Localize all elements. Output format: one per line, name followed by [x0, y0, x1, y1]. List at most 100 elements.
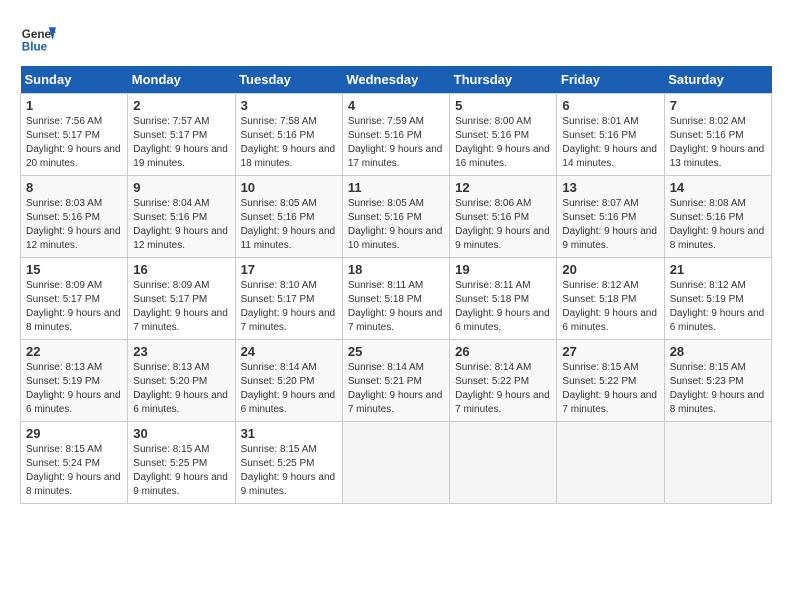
day-number: 14: [670, 180, 766, 195]
calendar-week-1: 1 Sunrise: 7:56 AMSunset: 5:17 PMDayligh…: [21, 94, 772, 176]
day-number: 29: [26, 426, 122, 441]
calendar-cell: 30 Sunrise: 8:15 AMSunset: 5:25 PMDaylig…: [128, 422, 235, 504]
day-info: Sunrise: 8:09 AMSunset: 5:17 PMDaylight:…: [26, 279, 122, 335]
day-number: 1: [26, 98, 122, 113]
day-info: Sunrise: 8:14 AMSunset: 5:22 PMDaylight:…: [455, 361, 551, 417]
calendar-cell: 12 Sunrise: 8:06 AMSunset: 5:16 PMDaylig…: [450, 176, 557, 258]
calendar-cell: 15 Sunrise: 8:09 AMSunset: 5:17 PMDaylig…: [21, 258, 128, 340]
calendar-table: SundayMondayTuesdayWednesdayThursdayFrid…: [20, 66, 772, 504]
day-info: Sunrise: 8:03 AMSunset: 5:16 PMDaylight:…: [26, 197, 122, 253]
calendar-cell: 29 Sunrise: 8:15 AMSunset: 5:24 PMDaylig…: [21, 422, 128, 504]
day-info: Sunrise: 8:05 AMSunset: 5:16 PMDaylight:…: [241, 197, 337, 253]
day-info: Sunrise: 8:08 AMSunset: 5:16 PMDaylight:…: [670, 197, 766, 253]
calendar-cell: 26 Sunrise: 8:14 AMSunset: 5:22 PMDaylig…: [450, 340, 557, 422]
day-number: 23: [133, 344, 229, 359]
day-info: Sunrise: 8:15 AMSunset: 5:25 PMDaylight:…: [241, 443, 337, 499]
calendar-cell: [664, 422, 771, 504]
day-info: Sunrise: 7:59 AMSunset: 5:16 PMDaylight:…: [348, 115, 444, 171]
calendar-cell: 5 Sunrise: 8:00 AMSunset: 5:16 PMDayligh…: [450, 94, 557, 176]
logo-icon: General Blue: [20, 20, 56, 56]
calendar-cell: 23 Sunrise: 8:13 AMSunset: 5:20 PMDaylig…: [128, 340, 235, 422]
day-number: 18: [348, 262, 444, 277]
calendar-cell: 10 Sunrise: 8:05 AMSunset: 5:16 PMDaylig…: [235, 176, 342, 258]
day-info: Sunrise: 8:05 AMSunset: 5:16 PMDaylight:…: [348, 197, 444, 253]
calendar-cell: 25 Sunrise: 8:14 AMSunset: 5:21 PMDaylig…: [342, 340, 449, 422]
calendar-cell: 16 Sunrise: 8:09 AMSunset: 5:17 PMDaylig…: [128, 258, 235, 340]
calendar-cell: 31 Sunrise: 8:15 AMSunset: 5:25 PMDaylig…: [235, 422, 342, 504]
day-number: 5: [455, 98, 551, 113]
day-number: 26: [455, 344, 551, 359]
calendar-cell: 4 Sunrise: 7:59 AMSunset: 5:16 PMDayligh…: [342, 94, 449, 176]
day-number: 31: [241, 426, 337, 441]
day-info: Sunrise: 7:57 AMSunset: 5:17 PMDaylight:…: [133, 115, 229, 171]
calendar-cell: [342, 422, 449, 504]
day-info: Sunrise: 7:58 AMSunset: 5:16 PMDaylight:…: [241, 115, 337, 171]
day-info: Sunrise: 8:15 AMSunset: 5:24 PMDaylight:…: [26, 443, 122, 499]
calendar-header-row: SundayMondayTuesdayWednesdayThursdayFrid…: [21, 66, 772, 94]
day-number: 7: [670, 98, 766, 113]
day-info: Sunrise: 8:15 AMSunset: 5:25 PMDaylight:…: [133, 443, 229, 499]
calendar-cell: 24 Sunrise: 8:14 AMSunset: 5:20 PMDaylig…: [235, 340, 342, 422]
page-header: General Blue: [20, 20, 772, 56]
calendar-cell: 14 Sunrise: 8:08 AMSunset: 5:16 PMDaylig…: [664, 176, 771, 258]
day-number: 25: [348, 344, 444, 359]
weekday-header-wednesday: Wednesday: [342, 66, 449, 94]
calendar-cell: 19 Sunrise: 8:11 AMSunset: 5:18 PMDaylig…: [450, 258, 557, 340]
calendar-cell: 3 Sunrise: 7:58 AMSunset: 5:16 PMDayligh…: [235, 94, 342, 176]
calendar-cell: 21 Sunrise: 8:12 AMSunset: 5:19 PMDaylig…: [664, 258, 771, 340]
day-number: 2: [133, 98, 229, 113]
day-number: 22: [26, 344, 122, 359]
day-info: Sunrise: 8:15 AMSunset: 5:23 PMDaylight:…: [670, 361, 766, 417]
calendar-cell: 7 Sunrise: 8:02 AMSunset: 5:16 PMDayligh…: [664, 94, 771, 176]
day-number: 6: [562, 98, 658, 113]
day-number: 13: [562, 180, 658, 195]
day-info: Sunrise: 8:06 AMSunset: 5:16 PMDaylight:…: [455, 197, 551, 253]
weekday-header-thursday: Thursday: [450, 66, 557, 94]
calendar-cell: 13 Sunrise: 8:07 AMSunset: 5:16 PMDaylig…: [557, 176, 664, 258]
day-info: Sunrise: 8:01 AMSunset: 5:16 PMDaylight:…: [562, 115, 658, 171]
day-info: Sunrise: 8:02 AMSunset: 5:16 PMDaylight:…: [670, 115, 766, 171]
calendar-cell: 1 Sunrise: 7:56 AMSunset: 5:17 PMDayligh…: [21, 94, 128, 176]
calendar-cell: 6 Sunrise: 8:01 AMSunset: 5:16 PMDayligh…: [557, 94, 664, 176]
day-info: Sunrise: 8:15 AMSunset: 5:22 PMDaylight:…: [562, 361, 658, 417]
day-info: Sunrise: 8:04 AMSunset: 5:16 PMDaylight:…: [133, 197, 229, 253]
day-number: 3: [241, 98, 337, 113]
calendar-cell: 17 Sunrise: 8:10 AMSunset: 5:17 PMDaylig…: [235, 258, 342, 340]
calendar-cell: 18 Sunrise: 8:11 AMSunset: 5:18 PMDaylig…: [342, 258, 449, 340]
weekday-header-saturday: Saturday: [664, 66, 771, 94]
day-number: 24: [241, 344, 337, 359]
day-info: Sunrise: 8:10 AMSunset: 5:17 PMDaylight:…: [241, 279, 337, 335]
day-info: Sunrise: 8:11 AMSunset: 5:18 PMDaylight:…: [455, 279, 551, 335]
calendar-cell: 22 Sunrise: 8:13 AMSunset: 5:19 PMDaylig…: [21, 340, 128, 422]
day-number: 11: [348, 180, 444, 195]
weekday-header-tuesday: Tuesday: [235, 66, 342, 94]
svg-text:Blue: Blue: [22, 41, 48, 54]
calendar-cell: 9 Sunrise: 8:04 AMSunset: 5:16 PMDayligh…: [128, 176, 235, 258]
day-number: 19: [455, 262, 551, 277]
calendar-cell: [557, 422, 664, 504]
calendar-cell: 11 Sunrise: 8:05 AMSunset: 5:16 PMDaylig…: [342, 176, 449, 258]
calendar-cell: 2 Sunrise: 7:57 AMSunset: 5:17 PMDayligh…: [128, 94, 235, 176]
day-number: 12: [455, 180, 551, 195]
calendar-cell: 20 Sunrise: 8:12 AMSunset: 5:18 PMDaylig…: [557, 258, 664, 340]
logo: General Blue: [20, 20, 56, 56]
calendar-week-4: 22 Sunrise: 8:13 AMSunset: 5:19 PMDaylig…: [21, 340, 772, 422]
day-info: Sunrise: 8:12 AMSunset: 5:18 PMDaylight:…: [562, 279, 658, 335]
weekday-header-sunday: Sunday: [21, 66, 128, 94]
day-info: Sunrise: 8:14 AMSunset: 5:20 PMDaylight:…: [241, 361, 337, 417]
day-info: Sunrise: 8:13 AMSunset: 5:19 PMDaylight:…: [26, 361, 122, 417]
weekday-header-friday: Friday: [557, 66, 664, 94]
day-number: 8: [26, 180, 122, 195]
day-number: 15: [26, 262, 122, 277]
day-info: Sunrise: 8:09 AMSunset: 5:17 PMDaylight:…: [133, 279, 229, 335]
calendar-week-2: 8 Sunrise: 8:03 AMSunset: 5:16 PMDayligh…: [21, 176, 772, 258]
day-number: 27: [562, 344, 658, 359]
calendar-cell: 28 Sunrise: 8:15 AMSunset: 5:23 PMDaylig…: [664, 340, 771, 422]
calendar-cell: 27 Sunrise: 8:15 AMSunset: 5:22 PMDaylig…: [557, 340, 664, 422]
day-info: Sunrise: 7:56 AMSunset: 5:17 PMDaylight:…: [26, 115, 122, 171]
weekday-header-monday: Monday: [128, 66, 235, 94]
day-info: Sunrise: 8:07 AMSunset: 5:16 PMDaylight:…: [562, 197, 658, 253]
day-number: 4: [348, 98, 444, 113]
day-number: 10: [241, 180, 337, 195]
day-number: 28: [670, 344, 766, 359]
